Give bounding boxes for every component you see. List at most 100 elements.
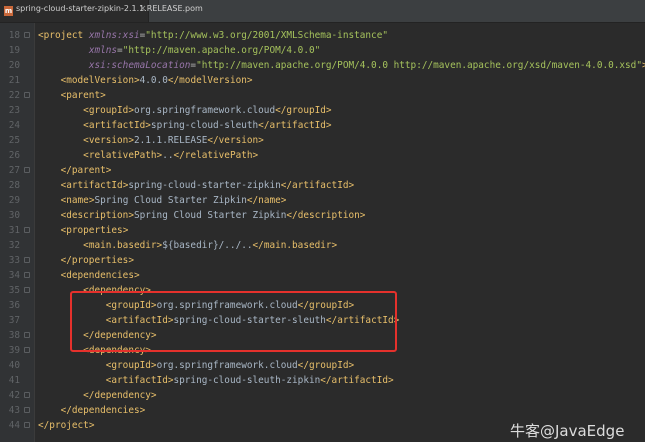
fold-marker-icon[interactable] [24, 407, 30, 413]
code-text: <groupId>org.springframework.cloud</grou… [38, 358, 354, 373]
code-token: </ [320, 375, 332, 386]
code-line: 22 <parent> [0, 88, 645, 103]
code-text: <modelVersion>4.0.0</modelVersion> [38, 73, 253, 88]
code-token: 2.1.1.RELEASE [133, 135, 208, 146]
code-token: artifactId [88, 120, 146, 131]
fold-marker-icon[interactable] [24, 392, 30, 398]
line-number: 35 [8, 285, 20, 296]
code-token: </ [286, 210, 298, 221]
code-line: 24 <artifactId>spring-cloud-sleuth</arti… [0, 118, 645, 133]
close-tab-icon[interactable]: × [139, 4, 147, 14]
code-token: main.basedir [263, 240, 332, 251]
code-line: 41 <artifactId>spring-cloud-sleuth-zipki… [0, 373, 645, 388]
code-token: </ [258, 120, 270, 131]
code-text: <artifactId>spring-cloud-starter-zipkin<… [38, 178, 355, 193]
code-token: </ [38, 420, 50, 431]
code-token: </ [252, 240, 264, 251]
code-token: main.basedir [88, 240, 157, 251]
line-number: 22 [8, 90, 20, 101]
line-number: 41 [8, 375, 20, 386]
code-token: parent [66, 90, 101, 101]
code-line: 40 <groupId>org.springframework.cloud</g… [0, 358, 645, 373]
line-number: 25 [8, 135, 20, 146]
code-token: > [280, 195, 287, 206]
code-token: 4.0.0 [139, 75, 168, 86]
editor-tab-bar: m spring-cloud-starter-zipkin-2.1.1.RELE… [0, 0, 645, 23]
fold-marker-icon[interactable] [24, 422, 30, 428]
fold-marker-icon[interactable] [24, 347, 30, 353]
fold-marker-icon[interactable] [24, 167, 30, 173]
code-token: > [348, 180, 355, 191]
code-line: 19 xmlns="http://maven.apache.org/POM/4.… [0, 43, 645, 58]
code-token: spring-cloud-sleuth [150, 120, 259, 131]
code-line: 20 xsi:schemaLocation="http://maven.apac… [0, 58, 645, 73]
code-token: "http://maven.apache.org/POM/4.0.0 http:… [196, 60, 642, 71]
code-token: dependencies [71, 405, 140, 416]
line-number: 33 [8, 255, 20, 266]
line-number: 20 [8, 60, 20, 71]
code-text: <main.basedir>${basedir}/../..</main.bas… [38, 238, 337, 253]
line-number: 28 [8, 180, 20, 191]
line-number: 26 [8, 150, 20, 161]
file-tab[interactable]: m spring-cloud-starter-zipkin-2.1.1.RELE… [0, 0, 203, 22]
code-text: <name>Spring Cloud Starter Zipkin</name> [38, 193, 287, 208]
code-token: version [88, 135, 129, 146]
code-token: > [133, 270, 140, 281]
code-editor[interactable]: 18 <project xmlns:xsi="http://www.w3.org/… [0, 23, 645, 442]
code-token: description [297, 210, 360, 221]
code-line: 34 <dependencies> [0, 268, 645, 283]
code-line: 23 <groupId>org.springframework.cloud</g… [0, 103, 645, 118]
code-token: properties [71, 255, 129, 266]
code-token: artifactId [331, 375, 388, 386]
code-token: > [325, 105, 332, 116]
line-number: 31 [8, 225, 20, 236]
highlight-box [70, 291, 397, 352]
code-token: modelVersion [66, 75, 134, 86]
code-token: </ [207, 135, 219, 146]
code-line: 29 <name>Spring Cloud Starter Zipkin</na… [0, 193, 645, 208]
code-token: groupId [88, 105, 129, 116]
fold-marker-icon[interactable] [24, 32, 30, 38]
code-token: </ [280, 180, 293, 191]
code-token: xmlns:xsi [88, 30, 140, 41]
fold-marker-icon[interactable] [24, 257, 30, 263]
code-text: xsi:schemaLocation="http://maven.apache.… [38, 58, 645, 73]
fold-marker-icon[interactable] [24, 227, 30, 233]
code-token: properties [66, 225, 123, 236]
code-text: <version>2.1.1.RELEASE</version> [38, 133, 264, 148]
code-token: > [331, 240, 338, 251]
fold-marker-icon[interactable] [24, 92, 30, 98]
line-number: 19 [8, 45, 20, 56]
line-number: 34 [8, 270, 20, 281]
code-token: </ [275, 105, 287, 116]
code-text: </parent> [38, 163, 112, 178]
code-token: </ [173, 150, 185, 161]
line-number: 18 [8, 30, 20, 41]
code-token: relativePath [184, 150, 253, 161]
code-line: 21 <modelVersion>4.0.0</modelVersion> [0, 73, 645, 88]
code-line: 33 </properties> [0, 253, 645, 268]
line-number: 40 [8, 360, 20, 371]
code-token: ${basedir}/../.. [162, 240, 253, 251]
code-token: </ [60, 255, 72, 266]
fold-marker-icon[interactable] [24, 272, 30, 278]
code-token: > [325, 120, 332, 131]
code-text: </dependencies> [38, 403, 146, 418]
line-number: 36 [8, 300, 20, 311]
fold-marker-icon[interactable] [24, 287, 30, 293]
line-number: 29 [8, 195, 20, 206]
code-token: > [388, 375, 394, 386]
code-token: > [258, 135, 264, 146]
fold-marker-icon[interactable] [24, 332, 30, 338]
line-number: 44 [8, 420, 20, 431]
code-token: project [43, 30, 89, 41]
code-text: </properties> [38, 253, 134, 268]
